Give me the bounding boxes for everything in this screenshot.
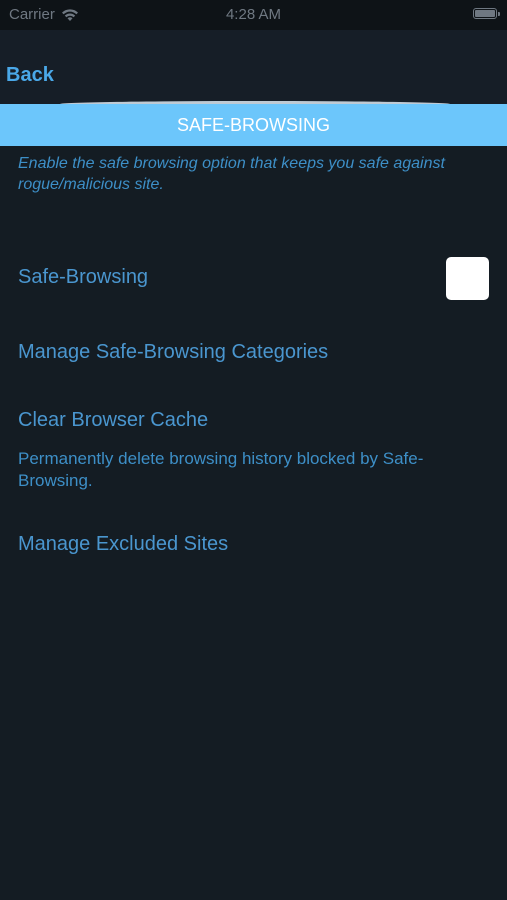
section-description: Enable the safe browsing option that kee… <box>18 155 445 193</box>
section-header: SAFE-BROWSING <box>0 104 507 146</box>
manage-categories-button[interactable]: Manage Safe-Browsing Categories <box>18 341 328 364</box>
safe-browsing-checkbox[interactable] <box>446 257 489 300</box>
safe-browsing-screen: Carrier 4:28 AM Back SAFE-BROWSING Enabl… <box>0 0 507 900</box>
status-time: 4:28 AM <box>225 6 282 23</box>
battery-icon <box>473 8 500 19</box>
back-button[interactable]: Back <box>6 64 54 87</box>
manage-excluded-sites-button[interactable]: Manage Excluded Sites <box>18 533 228 556</box>
clear-cache-description: Permanently delete browsing history bloc… <box>18 449 424 490</box>
status-bar: Carrier 4:28 AM <box>0 0 507 30</box>
clear-cache-button[interactable]: Clear Browser Cache <box>18 409 208 432</box>
safe-browsing-label: Safe-Browsing <box>18 266 149 288</box>
navigation-bar: Back <box>0 30 507 104</box>
